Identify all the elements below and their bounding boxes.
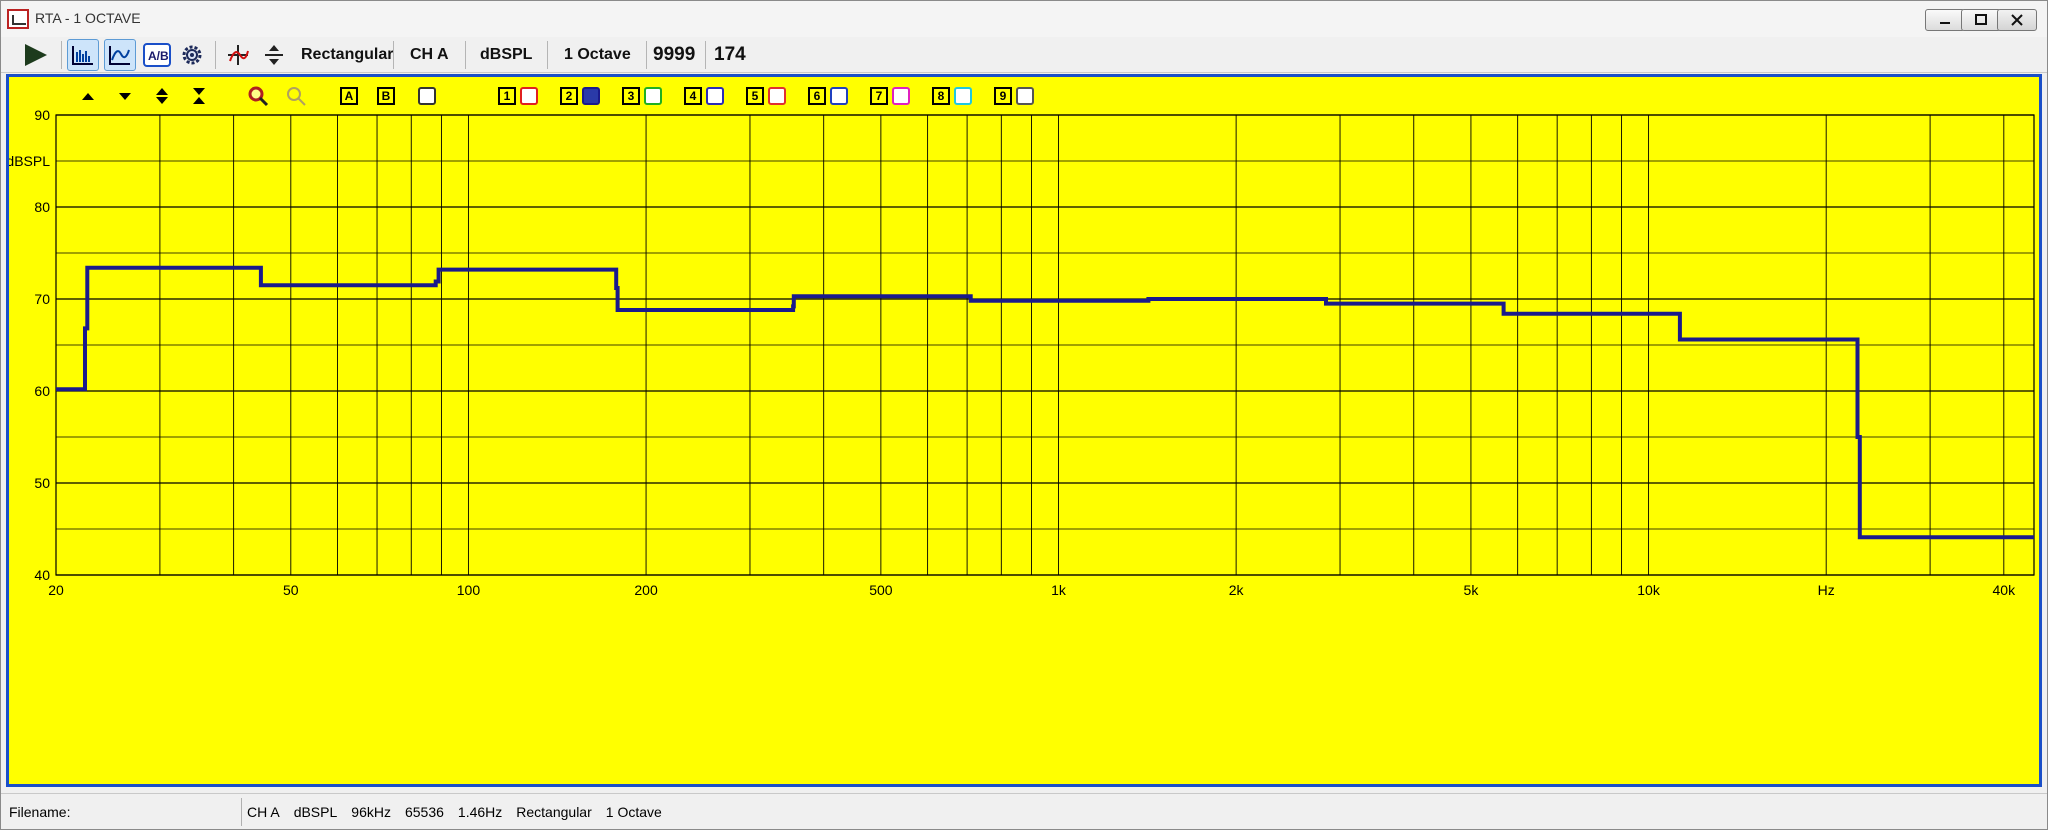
status-sample-rate: 96kHz (351, 804, 391, 820)
bar-graph-icon (72, 46, 93, 65)
run-button[interactable] (17, 39, 53, 71)
x-tick-label: 100 (457, 582, 481, 598)
toolbar-separator (646, 41, 647, 69)
status-bar: Filename: CH A dBSPL 96kHz 65536 1.46Hz … (1, 793, 2047, 829)
maximize-button[interactable] (1961, 9, 2001, 31)
measurement-info: CH A dBSPL 96kHz 65536 1.46Hz Rectangula… (247, 804, 662, 820)
minimize-button[interactable] (1925, 9, 1965, 31)
line-view-button[interactable] (104, 39, 136, 71)
rta-chart[interactable]: 40 50 60 70 80 90 dBSPL 20 50 100 200 500 1k 2k 5k 10k H… (9, 77, 2039, 784)
bar-view-button[interactable] (67, 39, 99, 71)
x-tick-label: 2k (1229, 582, 1245, 598)
x-tick-label: 10k (1637, 582, 1661, 598)
frame-count: 174 (714, 44, 746, 65)
status-bin-width: 1.46Hz (457, 804, 503, 820)
channel-label[interactable]: CH A (410, 39, 449, 71)
rta-trace-line (56, 265, 2034, 540)
x-tick-label: 20 (48, 582, 64, 598)
x-tick-label: 200 (634, 582, 658, 598)
status-channel: CH A (247, 804, 280, 820)
units-label[interactable]: dBSPL (480, 39, 532, 71)
toolbar-separator (215, 41, 216, 69)
maximize-icon (1975, 14, 1987, 25)
toolbar-separator (61, 41, 62, 69)
status-resolution: 1 Octave (605, 804, 662, 820)
toolbar: A/B Rectangular CH A dBSPL 1 Octave 9999… (1, 37, 2047, 73)
status-window: Rectangular (516, 804, 592, 820)
x-tick-label: 500 (869, 582, 893, 598)
status-units: dBSPL (293, 804, 338, 820)
window-title: RTA - 1 OCTAVE (35, 10, 141, 26)
title-bar: RTA - 1 OCTAVE (1, 1, 2047, 37)
ab-compare-button[interactable]: A/B (141, 39, 173, 71)
ab-icon: A/B (143, 43, 171, 67)
settings-button[interactable] (177, 39, 207, 71)
play-icon (25, 44, 47, 66)
close-icon (2011, 14, 2023, 26)
filename-label: Filename: (9, 804, 71, 820)
gear-icon (182, 45, 202, 65)
vertical-scale-button[interactable] (259, 39, 289, 71)
window-type-label[interactable]: Rectangular (301, 39, 393, 71)
y-tick-label: 40 (34, 567, 50, 583)
crosshair-cursor-icon (228, 45, 249, 65)
rta-window: RTA - 1 OCTAVE A/B Rectangular CH A dBSP… (0, 0, 2048, 830)
x-tick-label: Hz (1818, 582, 1835, 598)
y-tick-label: 70 (34, 291, 50, 307)
x-tick-label: 5k (1464, 582, 1480, 598)
toolbar-separator (705, 41, 706, 69)
resolution-label[interactable]: 1 Octave (564, 39, 631, 71)
line-graph-icon (109, 46, 130, 65)
app-icon (7, 9, 29, 29)
scale-arrows-icon (265, 45, 283, 65)
y-tick-label: 90 (34, 107, 50, 123)
status-fft-size: 65536 (404, 804, 444, 820)
y-axis-label: dBSPL (9, 153, 50, 169)
toolbar-separator (547, 41, 548, 69)
x-tick-label: 50 (283, 582, 299, 598)
plot-area: A B 1 2 3 4 5 6 7 8 9 40 50 60 70 80 90 … (6, 74, 2042, 787)
y-tick-label: 60 (34, 383, 50, 399)
status-divider (241, 798, 242, 826)
close-button[interactable] (1997, 9, 2037, 31)
toolbar-separator (393, 41, 394, 69)
x-tick-label: 40k (1993, 582, 2017, 598)
svg-text:A/B: A/B (148, 49, 169, 63)
x-tick-label: 1k (1051, 582, 1067, 598)
averages-count[interactable]: 9999 (653, 39, 695, 71)
y-tick-label: 80 (34, 199, 50, 215)
minimize-icon (1940, 22, 1950, 24)
cursor-button[interactable] (223, 39, 253, 71)
toolbar-separator (465, 41, 466, 69)
y-tick-label: 50 (34, 475, 50, 491)
